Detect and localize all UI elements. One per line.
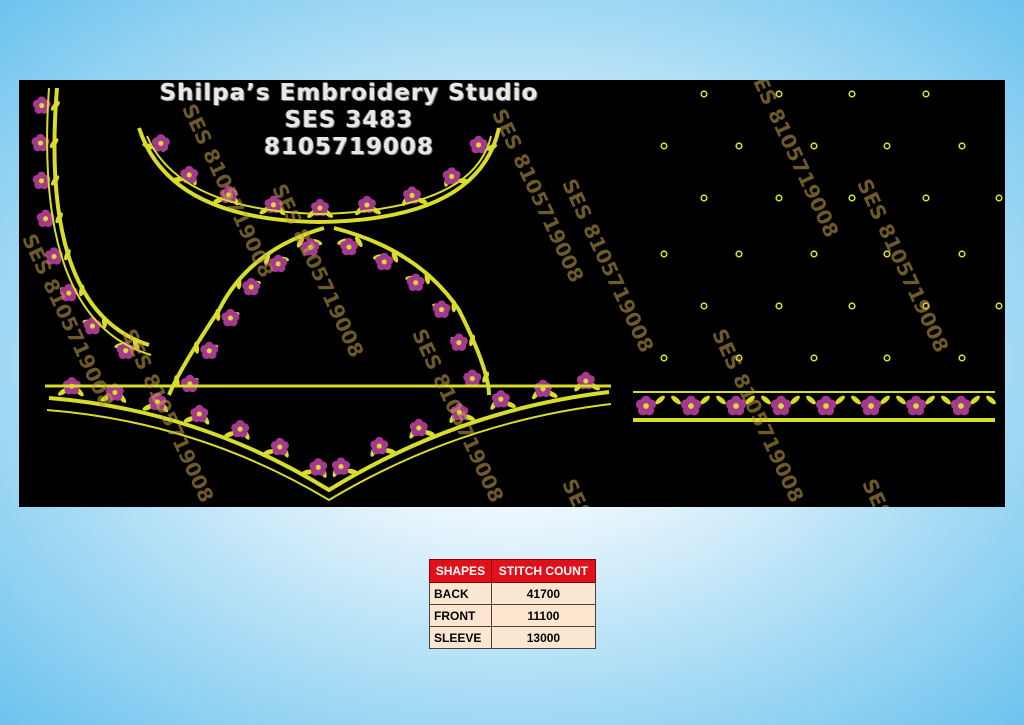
leaf-motif bbox=[941, 395, 951, 405]
butta-dot bbox=[922, 90, 930, 98]
butta-dot bbox=[848, 194, 856, 202]
flower-motif bbox=[905, 395, 927, 416]
embroidery-design-canvas: SES 8105719008 SES 8105719008 SES 810571… bbox=[19, 80, 1005, 507]
flower-motif bbox=[370, 436, 389, 455]
flower-motif bbox=[409, 418, 428, 437]
table-row: SLEEVE 13000 bbox=[429, 626, 597, 649]
flower-motif bbox=[432, 300, 451, 318]
butta-dot bbox=[810, 250, 818, 258]
flower-motif bbox=[332, 457, 350, 475]
leaf-motif bbox=[851, 395, 861, 405]
vine-border bbox=[48, 390, 610, 493]
leaf-motif bbox=[896, 395, 906, 405]
flower-motif bbox=[200, 341, 219, 360]
flower-motif bbox=[680, 395, 702, 416]
butta-dot bbox=[660, 354, 668, 362]
flower-motif bbox=[463, 369, 482, 387]
header-shapes: SHAPES bbox=[429, 559, 492, 583]
butta-dot bbox=[922, 194, 930, 202]
header-stitch-count: STITCH COUNT bbox=[490, 559, 597, 583]
flower-motif bbox=[860, 395, 882, 416]
flower-motif bbox=[270, 437, 289, 456]
count-cell: 11100 bbox=[490, 604, 597, 627]
count-cell: 41700 bbox=[490, 582, 597, 605]
inner-border-line bbox=[46, 403, 612, 502]
butta-dot bbox=[700, 302, 708, 310]
butta-dot bbox=[995, 194, 1003, 202]
table-row: FRONT 11100 bbox=[429, 604, 597, 627]
butta-dot bbox=[810, 354, 818, 362]
flower-motif bbox=[815, 395, 837, 416]
flower-motif bbox=[309, 458, 328, 476]
butta-dot bbox=[775, 302, 783, 310]
table-header-row: SHAPES STITCH COUNT bbox=[429, 559, 597, 583]
design-code: SES 3483 bbox=[284, 107, 414, 133]
butta-dot bbox=[883, 142, 891, 150]
studio-title-block: Shilpa’s Embroidery Studio SES 3483 8105… bbox=[159, 80, 539, 161]
studio-phone: 8105719008 bbox=[263, 134, 435, 160]
butta-dot bbox=[660, 250, 668, 258]
leaf-motif bbox=[986, 395, 996, 405]
butta-dot bbox=[660, 142, 668, 150]
shape-cell: BACK bbox=[429, 582, 492, 605]
leaf-motif bbox=[716, 395, 726, 405]
butta-dot bbox=[735, 142, 743, 150]
butta-dot bbox=[958, 142, 966, 150]
flower-motif bbox=[950, 395, 972, 416]
butta-dot bbox=[995, 302, 1003, 310]
flower-motif bbox=[449, 333, 468, 351]
butta-dot bbox=[700, 90, 708, 98]
vine-border bbox=[333, 226, 491, 396]
studio-name: Shilpa’s Embroidery Studio bbox=[159, 80, 539, 106]
flower-motif bbox=[180, 374, 199, 393]
leaf-motif bbox=[806, 395, 816, 405]
butta-dot bbox=[810, 142, 818, 150]
shape-cell: SLEEVE bbox=[429, 626, 492, 649]
leaf-motif bbox=[671, 395, 681, 405]
flower-motif bbox=[491, 390, 510, 408]
flower-motif bbox=[221, 308, 240, 327]
flower-motif bbox=[231, 419, 250, 438]
flower-motif bbox=[190, 404, 209, 423]
table-row: BACK 41700 bbox=[429, 582, 597, 605]
butta-dot bbox=[775, 194, 783, 202]
stitch-count-table: SHAPES STITCH COUNT BACK 41700 FRONT 111… bbox=[429, 559, 597, 649]
butta-dot bbox=[848, 302, 856, 310]
butta-dot bbox=[958, 250, 966, 258]
flower-motif bbox=[534, 379, 553, 398]
count-cell: 13000 bbox=[490, 626, 597, 649]
butta-dot bbox=[848, 90, 856, 98]
butta-dot bbox=[883, 354, 891, 362]
butta-dot bbox=[958, 354, 966, 362]
flower-motif bbox=[770, 395, 792, 416]
shape-cell: FRONT bbox=[429, 604, 492, 627]
butta-dot bbox=[735, 250, 743, 258]
flower-motif bbox=[635, 395, 657, 416]
butta-dot bbox=[700, 194, 708, 202]
